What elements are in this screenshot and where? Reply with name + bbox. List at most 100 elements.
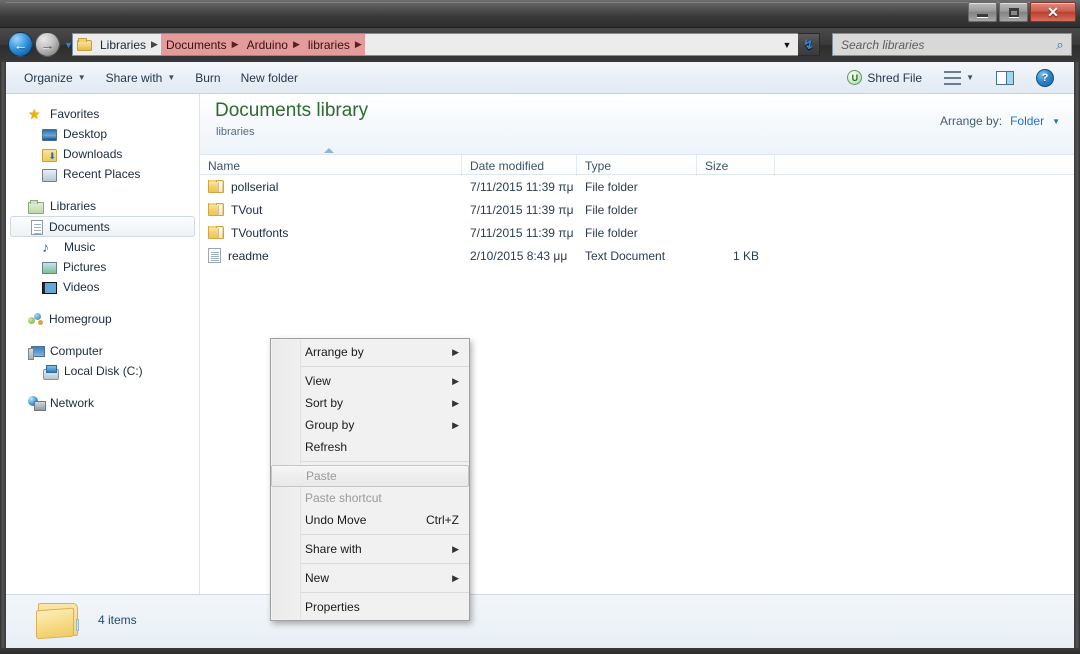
column-header-name[interactable]: Name: [200, 148, 462, 176]
column-header-name-label: Name: [208, 158, 241, 173]
arrange-by-control: Arrange by: Folder ▼: [940, 114, 1060, 128]
arrange-by-value[interactable]: Folder: [1010, 114, 1044, 128]
breadcrumb-separator-icon[interactable]: ▶: [293, 39, 303, 50]
context-menu-separator: [301, 592, 469, 593]
file-name-cell: TVout: [200, 202, 462, 217]
context-menu-item-group-by[interactable]: Group by ▶: [271, 414, 469, 436]
context-menu-item-properties[interactable]: Properties: [271, 596, 469, 618]
burn-button[interactable]: Burn: [185, 66, 230, 90]
organize-label: Organize: [24, 70, 73, 85]
shred-file-label: Shred File: [867, 70, 923, 85]
table-row[interactable]: TVoutfonts 7/11/2015 11:39 πμ File folder: [200, 221, 1074, 244]
context-menu-item-sort-by[interactable]: Sort by ▶: [271, 392, 469, 414]
arrange-by-label: Arrange by:: [940, 114, 1003, 128]
column-header-size[interactable]: Size: [697, 155, 775, 176]
column-header-date-modified[interactable]: Date modified: [462, 155, 577, 176]
change-view-button[interactable]: ▼: [934, 66, 984, 90]
page-subtitle: libraries: [216, 126, 255, 138]
close-button[interactable]: ✕: [1030, 2, 1076, 22]
minimize-button[interactable]: [968, 2, 997, 22]
file-type-cell: File folder: [585, 179, 638, 194]
table-row[interactable]: readme 2/10/2015 8:43 μμ Text Document 1 KB: [200, 244, 1074, 267]
sidebar-item-videos[interactable]: Videos: [6, 277, 199, 297]
context-menu: Arrange by ▶ View ▶ Sort by ▶ Group by ▶ Refresh…: [270, 338, 470, 621]
preview-pane-button[interactable]: [986, 66, 1024, 90]
sidebar-item-pictures[interactable]: Pictures: [6, 257, 199, 277]
context-menu-item-new[interactable]: New ▶: [271, 567, 469, 589]
sidebar-item-homegroup[interactable]: Homegroup: [6, 309, 199, 329]
back-button[interactable]: ←: [8, 32, 33, 57]
sidebar-item-network[interactable]: Network: [6, 393, 199, 413]
search-input[interactable]: [833, 37, 1049, 52]
breadcrumb-item-libraries[interactable]: Libraries ▶: [95, 34, 161, 55]
sidebar-item-local-disk-c[interactable]: Local Disk (C:): [6, 361, 199, 381]
organize-button[interactable]: Organize ▼: [14, 66, 96, 90]
breadcrumb-item-label: Libraries: [100, 37, 147, 52]
burn-label: Burn: [195, 70, 221, 85]
context-menu-item-arrange-by[interactable]: Arrange by ▶: [271, 341, 469, 363]
breadcrumb-item-documents[interactable]: Documents ▶: [160, 34, 242, 55]
context-menu-separator: [301, 366, 469, 367]
refresh-button[interactable]: ↯: [798, 33, 820, 56]
context-menu-item-refresh[interactable]: Refresh: [271, 436, 469, 458]
folder-icon: [208, 225, 224, 239]
sidebar-item-label: Favorites: [50, 107, 100, 121]
context-menu-item-label: Refresh: [305, 440, 348, 454]
breadcrumb-item-libraries[interactable]: libraries ▶: [302, 34, 365, 55]
breadcrumb-separator-icon[interactable]: ▶: [151, 39, 161, 50]
forward-arrow-icon: →: [40, 36, 55, 53]
sidebar-item-favorites[interactable]: ★ Favorites: [6, 104, 199, 124]
address-breadcrumb-bar[interactable]: Libraries ▶ Documents ▶ Arduino ▶ libraries ▶: [72, 33, 818, 56]
help-icon: ?: [1036, 68, 1054, 87]
chevron-down-icon: ▼: [167, 73, 176, 82]
sidebar-item-libraries[interactable]: Libraries: [6, 196, 199, 216]
context-menu-item-undo-move[interactable]: Undo Move Ctrl+Z: [271, 509, 469, 531]
submenu-arrow-icon: ▶: [452, 543, 459, 554]
item-count-label: 4 items: [98, 613, 137, 627]
search-box[interactable]: ⌕: [832, 33, 1072, 56]
context-menu-item-share-with[interactable]: Share with ▶: [271, 538, 469, 560]
file-date-cell: 7/11/2015 11:39 πμ: [470, 179, 574, 194]
file-date-cell: 2/10/2015 8:43 μμ: [470, 248, 568, 263]
folder-preview-icon: [36, 601, 82, 640]
folder-icon: [208, 202, 224, 216]
forward-button[interactable]: →: [35, 32, 60, 57]
sidebar-item-recent-places[interactable]: Recent Places: [6, 164, 199, 184]
chevron-down-icon: ▼: [966, 73, 974, 82]
context-menu-item-label: Properties: [305, 600, 360, 614]
chevron-down-icon: ▼: [77, 73, 86, 82]
sidebar-item-label: Recent Places: [63, 167, 141, 181]
sidebar-item-downloads[interactable]: Downloads: [6, 144, 199, 164]
breadcrumb-separator-icon[interactable]: ▶: [232, 39, 242, 50]
help-button[interactable]: ?: [1026, 66, 1064, 90]
table-row[interactable]: TVout 7/11/2015 11:39 πμ File folder: [200, 198, 1074, 221]
address-bar-row: ← → ▼ Libraries ▶ Documents ▶ Arduino ▶ librar…: [0, 28, 1080, 62]
shred-file-button[interactable]: U Shred File: [837, 66, 932, 90]
context-menu-separator: [301, 461, 469, 462]
file-name-label: TVoutfonts: [231, 225, 289, 240]
sidebar-item-desktop[interactable]: Desktop: [6, 124, 199, 144]
recent-places-icon: [42, 168, 57, 182]
breadcrumb-item-arduino[interactable]: Arduino ▶: [241, 34, 303, 55]
new-folder-label: New folder: [240, 70, 298, 85]
breadcrumb-dropdown-icon[interactable]: ▼: [778, 34, 796, 55]
file-name-label: TVout: [231, 202, 263, 217]
sidebar-item-documents[interactable]: Documents: [10, 216, 195, 237]
breadcrumb-separator-icon[interactable]: ▶: [355, 39, 365, 50]
homegroup-icon: [28, 312, 43, 327]
search-icon: ⌕: [1056, 36, 1064, 52]
context-menu-item-label: New: [305, 571, 330, 585]
column-header-type[interactable]: Type: [577, 155, 697, 176]
chevron-down-icon[interactable]: ▼: [1052, 117, 1060, 126]
sidebar-item-music[interactable]: ♪ Music: [6, 237, 199, 257]
sidebar-item-label: Network: [50, 396, 95, 410]
context-menu-item-view[interactable]: View ▶: [271, 370, 469, 392]
breadcrumb-item-label: Documents: [165, 37, 227, 52]
sidebar-item-computer[interactable]: Computer: [6, 341, 199, 361]
maximize-button[interactable]: [999, 2, 1028, 22]
share-with-button[interactable]: Share with ▼: [96, 66, 186, 90]
new-folder-button[interactable]: New folder: [231, 66, 308, 90]
sidebar-group-network: Network: [6, 393, 199, 413]
table-row[interactable]: pollserial 7/11/2015 11:39 πμ File folder: [200, 175, 1074, 198]
videos-icon: [42, 282, 57, 294]
